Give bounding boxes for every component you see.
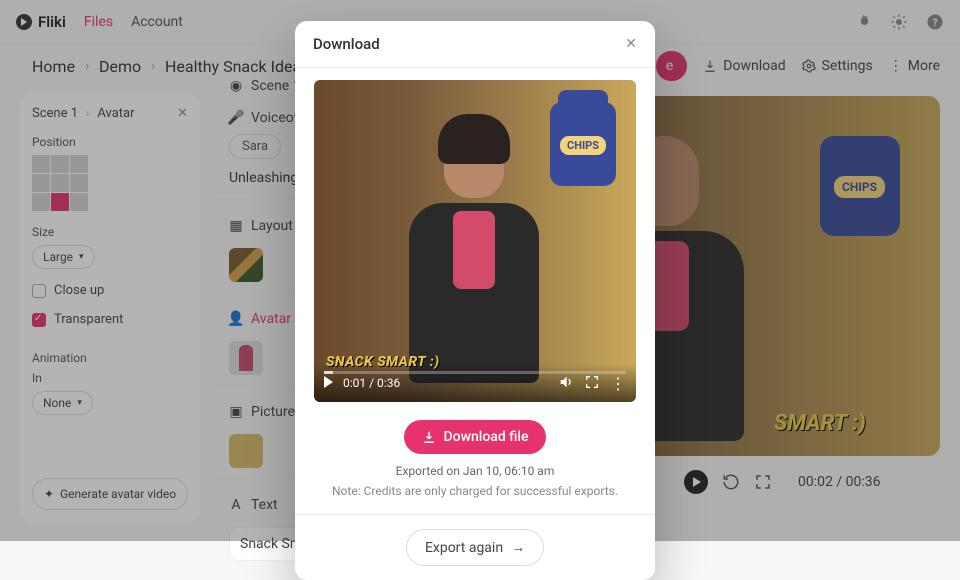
more-vertical-icon[interactable]: ⋮ (610, 374, 626, 393)
credits-note: Note: Credits are only charged for succe… (309, 484, 641, 498)
embedded-video-controls: 0:01 / 0:36 ⋮ (314, 364, 636, 402)
download-file-button[interactable]: Download file (404, 420, 547, 454)
download-modal: Download ✕ SNACK SMART :) 0:01 / 0:36 ⋮ (295, 21, 655, 580)
video-preview[interactable]: SNACK SMART :) 0:01 / 0:36 ⋮ (314, 80, 636, 402)
export-again-button[interactable]: Export again → (406, 529, 544, 566)
exported-timestamp: Exported on Jan 10, 06:10 am (309, 464, 641, 478)
play-icon[interactable] (324, 376, 333, 391)
close-icon[interactable]: ✕ (625, 36, 637, 52)
presenter-figure (404, 120, 544, 390)
modal-header: Download ✕ (295, 21, 655, 68)
volume-icon[interactable] (558, 374, 574, 393)
modal-title: Download (313, 35, 380, 53)
chips-graphic (550, 102, 616, 186)
download-icon (422, 430, 436, 444)
modal-body: SNACK SMART :) 0:01 / 0:36 ⋮ Download fi… (295, 68, 655, 515)
preview-time: 0:01 / 0:36 (343, 376, 400, 390)
fullscreen-icon[interactable] (584, 374, 600, 393)
arrow-right-icon: → (511, 539, 525, 556)
modal-footer: Export again → (295, 515, 655, 580)
